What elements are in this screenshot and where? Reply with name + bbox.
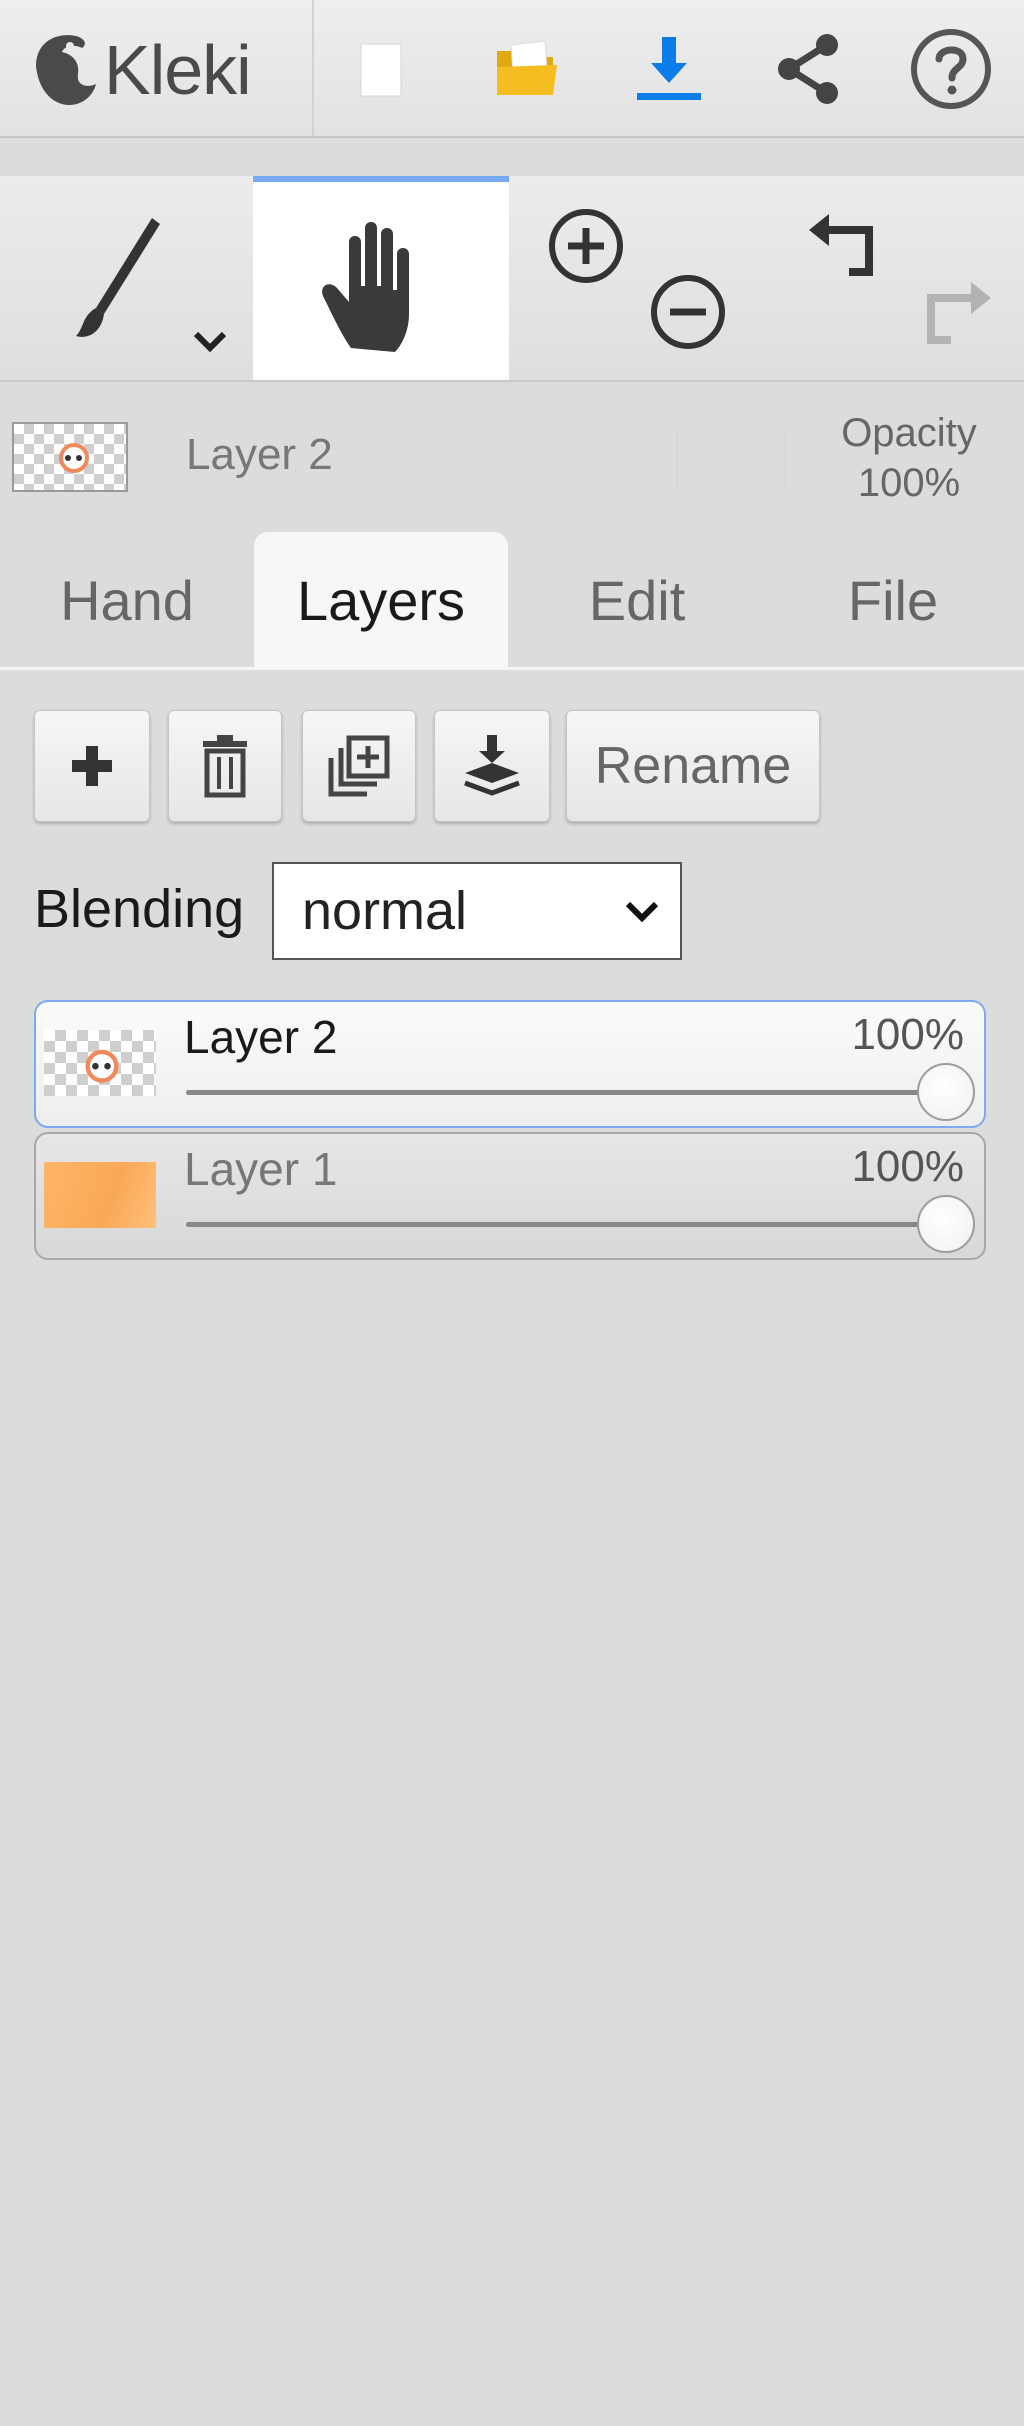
kleki-logo[interactable]: Kleki <box>26 22 286 118</box>
layer-thumbnail-drawing-icon <box>85 1049 119 1083</box>
tab-edit[interactable]: Edit <box>510 532 764 668</box>
current-layer-info: Layer 2 Opacity 100% <box>0 382 1024 532</box>
slider-fill <box>186 1222 946 1227</box>
layer-item-layer-2[interactable]: Layer 2 100% <box>34 1000 986 1128</box>
info-divider <box>676 432 678 488</box>
chevron-down-icon[interactable] <box>190 326 230 356</box>
duplicate-icon <box>328 735 390 797</box>
brush-icon <box>76 218 160 337</box>
slider-handle[interactable] <box>917 1063 975 1121</box>
redo-icon[interactable] <box>905 274 995 354</box>
current-layer-opacity: Opacity 100% <box>820 408 998 508</box>
rename-layer-button[interactable]: Rename <box>566 710 820 822</box>
layer-name: Layer 1 <box>184 1143 338 1195</box>
zoom-in-icon[interactable] <box>546 206 626 286</box>
layer-opacity-slider[interactable] <box>186 1195 975 1253</box>
merge-down-icon <box>464 735 520 796</box>
brush-tool-button[interactable] <box>0 176 252 380</box>
save-button[interactable] <box>626 26 712 112</box>
current-layer-thumbnail[interactable] <box>12 422 128 492</box>
new-page-icon <box>360 43 402 97</box>
undo-icon[interactable] <box>805 206 895 286</box>
rename-label: Rename <box>594 737 792 795</box>
layers-panel: Rename Blending normal Layer 2 100% Laye… <box>0 670 1024 2426</box>
top-toolbar: Kleki <box>0 0 1024 138</box>
opacity-label: Opacity <box>841 411 977 455</box>
tab-hand[interactable]: Hand <box>0 532 254 668</box>
hand-icon <box>322 222 409 352</box>
help-icon <box>911 29 991 109</box>
tab-layers[interactable]: Layers <box>254 532 508 668</box>
layer-name: Layer 2 <box>184 1011 338 1063</box>
info-divider <box>784 432 786 488</box>
layer-opacity-label: 100% <box>851 1142 964 1191</box>
tool-row <box>0 176 1024 382</box>
merge-layer-button[interactable] <box>434 710 550 822</box>
blending-label: Blending <box>34 879 245 939</box>
toolbar-divider <box>312 0 314 136</box>
layer-opacity-label: 100% <box>851 1010 964 1059</box>
hand-tool-button[interactable] <box>253 176 509 380</box>
layer-item-layer-1[interactable]: Layer 1 100% <box>34 1132 986 1260</box>
app-name: Kleki <box>104 31 252 109</box>
folder-open-icon <box>497 40 557 95</box>
zoom-out-icon[interactable] <box>648 272 728 352</box>
blending-value: normal <box>302 881 468 941</box>
toolbar-spacer <box>0 138 1024 176</box>
duplicate-layer-button[interactable] <box>302 710 416 822</box>
trash-icon <box>203 735 247 798</box>
tab-file[interactable]: File <box>766 532 1020 668</box>
new-image-button[interactable] <box>338 26 424 112</box>
open-image-button[interactable] <box>484 26 570 112</box>
blending-select[interactable]: normal <box>272 862 682 960</box>
opacity-value: 100% <box>857 461 961 505</box>
download-icon <box>637 37 701 100</box>
add-layer-button[interactable] <box>34 710 150 822</box>
slider-handle[interactable] <box>917 1195 975 1253</box>
current-layer-name: Layer 2 <box>186 430 333 479</box>
zoom-tool <box>510 176 764 380</box>
layer-thumbnail-drawing-icon <box>59 443 89 473</box>
layer-1-thumbnail <box>44 1162 156 1228</box>
share-button[interactable] <box>766 26 852 112</box>
history-tool <box>765 176 1024 380</box>
plus-icon <box>72 746 112 786</box>
panel-tabs: Hand Layers Edit File <box>0 532 1024 670</box>
layer-opacity-slider[interactable] <box>186 1063 975 1121</box>
kleki-logo-mark-icon <box>36 35 96 106</box>
help-button[interactable] <box>908 26 994 112</box>
layer-2-thumbnail <box>44 1030 156 1096</box>
slider-fill <box>186 1090 946 1095</box>
share-icon <box>778 34 838 104</box>
delete-layer-button[interactable] <box>168 710 282 822</box>
chevron-down-icon <box>625 901 659 923</box>
